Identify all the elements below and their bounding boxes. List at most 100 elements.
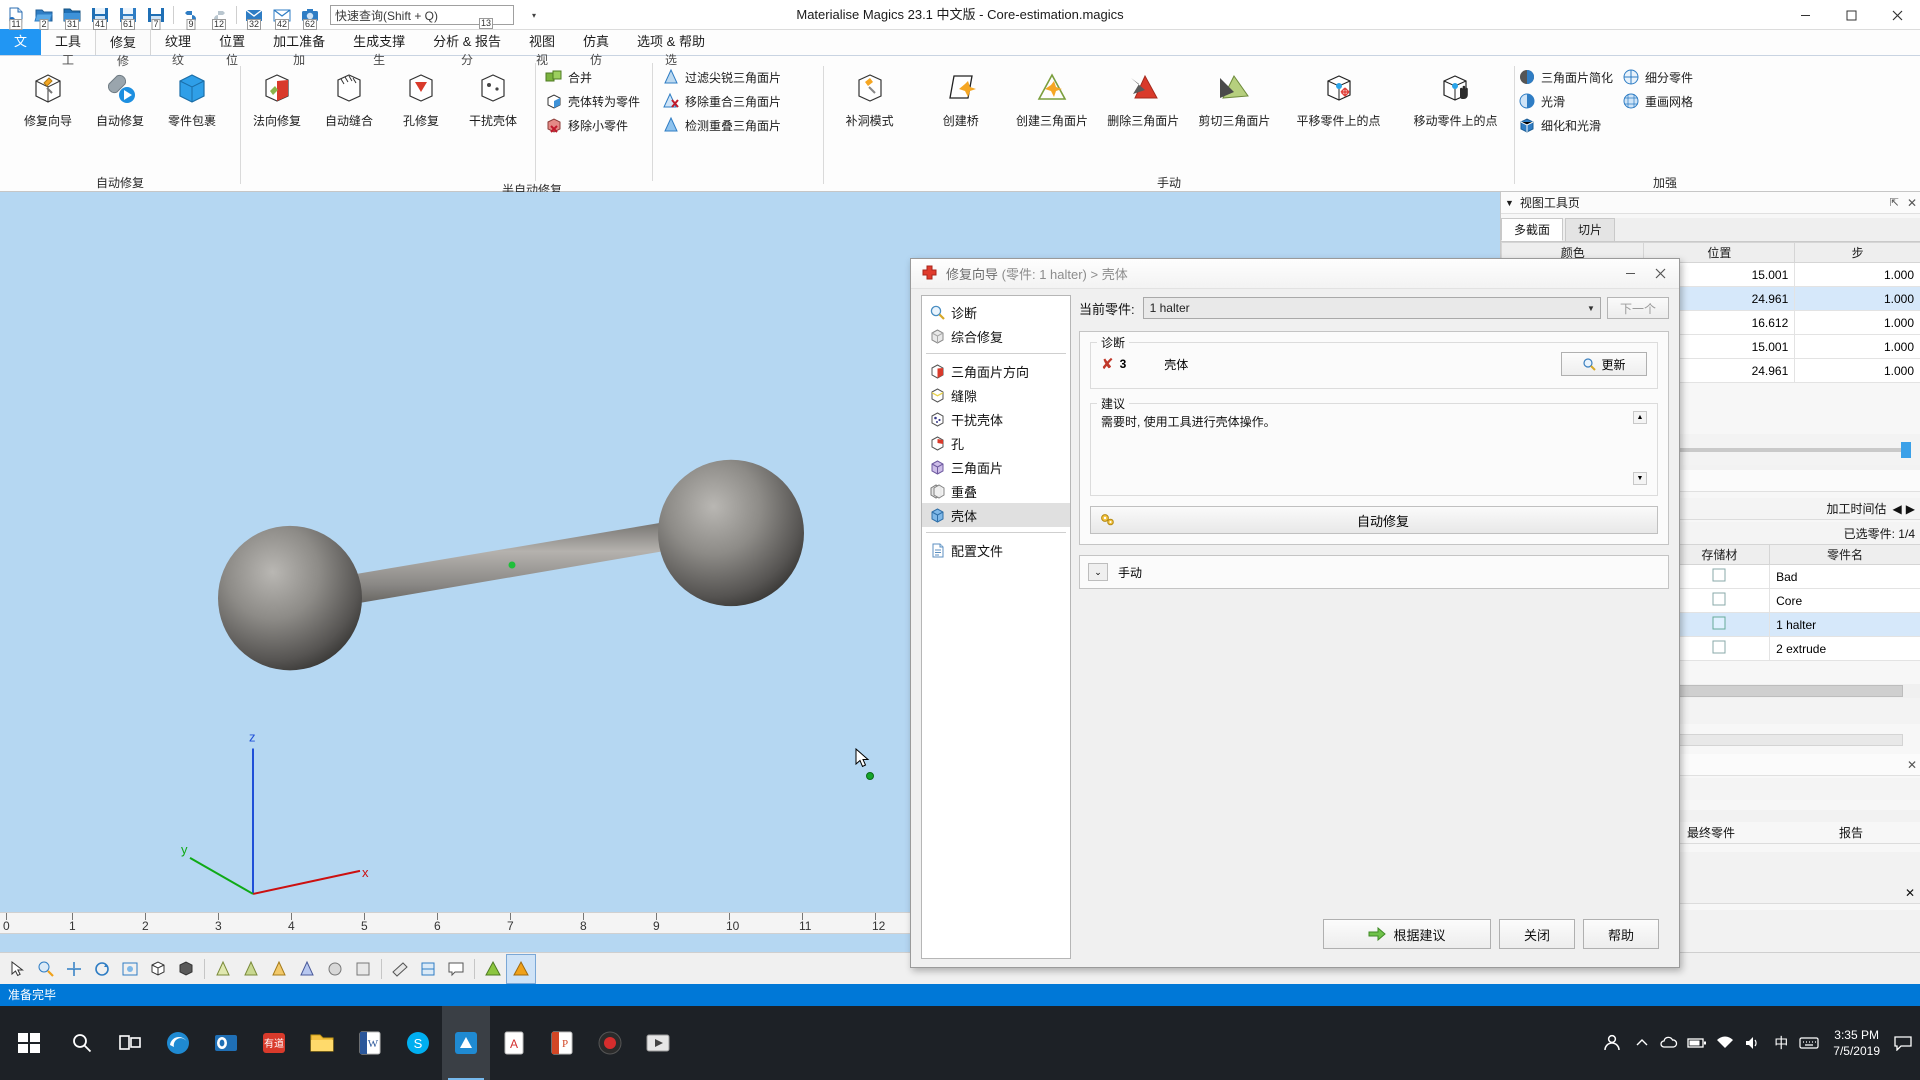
tab-options-help[interactable]: 选项 & 帮助 选 bbox=[623, 29, 719, 67]
close-icon[interactable]: ✕ bbox=[1907, 196, 1917, 210]
tab-multi-section[interactable]: 多截面 bbox=[1501, 218, 1564, 241]
support-tool-3-icon[interactable] bbox=[265, 955, 293, 983]
close-button[interactable] bbox=[1874, 0, 1920, 30]
support-tool-5-icon[interactable] bbox=[321, 955, 349, 983]
record-icon[interactable] bbox=[586, 1006, 634, 1080]
scroll-up-icon[interactable]: ▲ bbox=[1633, 411, 1647, 424]
screenshot-icon[interactable]: 62 bbox=[297, 1, 323, 30]
active-tool-icon[interactable] bbox=[506, 953, 536, 984]
close-icon[interactable]: ✕ bbox=[1907, 758, 1917, 772]
measure-icon[interactable] bbox=[386, 955, 414, 983]
network-icon[interactable] bbox=[1711, 1006, 1739, 1080]
keyboard-icon[interactable] bbox=[1795, 1006, 1823, 1080]
auto-repair-button[interactable]: 自动修复 bbox=[84, 63, 156, 128]
chevron-right-icon[interactable]: ▶ bbox=[1906, 502, 1915, 516]
simplify-triangles-button[interactable]: 三角面片简化 bbox=[1515, 65, 1619, 89]
annotation-icon[interactable] bbox=[442, 955, 470, 983]
help-button[interactable]: 帮助 bbox=[1583, 919, 1659, 949]
shell-to-part-button[interactable]: 壳体转为零件 bbox=[542, 89, 646, 113]
maximize-button[interactable] bbox=[1828, 0, 1874, 30]
zoom-icon[interactable] bbox=[32, 955, 60, 983]
pin-icon[interactable]: ⇱ bbox=[1890, 196, 1899, 209]
support-tool-4-icon[interactable] bbox=[293, 955, 321, 983]
ime-indicator[interactable]: 中 bbox=[1767, 1006, 1795, 1080]
onedrive-icon[interactable] bbox=[1655, 1006, 1683, 1080]
tab-texture[interactable]: 纹理 纹 bbox=[151, 29, 205, 67]
green-tri-tool-icon[interactable] bbox=[479, 955, 507, 983]
search-icon[interactable] bbox=[58, 1006, 106, 1080]
pointer-icon[interactable] bbox=[4, 955, 32, 983]
chevron-left-icon[interactable]: ◀ bbox=[1893, 502, 1902, 516]
sidebar-item-profile-file[interactable]: 配置文件 bbox=[922, 538, 1070, 562]
merge-button[interactable]: 合并 bbox=[542, 65, 646, 89]
dialog-minimize-button[interactable] bbox=[1615, 261, 1645, 287]
close-icon[interactable]: ✕ bbox=[1905, 886, 1915, 900]
sidebar-item-gap[interactable]: 缝隙 bbox=[922, 383, 1070, 407]
minimize-button[interactable] bbox=[1782, 0, 1828, 30]
new-icon[interactable]: 11 bbox=[3, 1, 29, 30]
save-icon[interactable]: 41 bbox=[87, 1, 113, 30]
tab-build-prep[interactable]: 加工准备 加 bbox=[259, 29, 339, 67]
tab-supports[interactable]: 生成支撑 生 bbox=[339, 29, 419, 67]
delete-triangle-button[interactable]: 删除三角面片 bbox=[1098, 63, 1189, 128]
tab-position[interactable]: 位置 位 bbox=[205, 29, 259, 67]
rotate-icon[interactable] bbox=[88, 955, 116, 983]
acrobat-icon[interactable]: A bbox=[490, 1006, 538, 1080]
auto-stitch-button[interactable]: 自动缝合 bbox=[313, 63, 385, 128]
scroll-down-icon[interactable]: ▼ bbox=[1633, 472, 1647, 485]
tab-repair[interactable]: 修复 修 bbox=[95, 29, 152, 68]
sidebar-item-triangle[interactable]: 三角面片 bbox=[922, 455, 1070, 479]
tab-analyze-report[interactable]: 分析 & 报告 分 bbox=[419, 29, 515, 67]
sidebar-item-diagnostics[interactable]: 诊断 bbox=[922, 300, 1070, 324]
refine-smooth-button[interactable]: 细化和光滑 bbox=[1515, 113, 1619, 137]
dialog-close-button[interactable] bbox=[1645, 261, 1675, 287]
tab-file[interactable]: 文 bbox=[0, 29, 42, 55]
tab-view[interactable]: 视图 视 bbox=[515, 29, 569, 67]
media-icon[interactable] bbox=[634, 1006, 682, 1080]
subdivide-part-button[interactable]: 细分零件 bbox=[1619, 65, 1699, 89]
magics-icon[interactable] bbox=[442, 1006, 490, 1080]
detect-overlapping-triangles-button[interactable]: 检测重叠三角面片 bbox=[659, 113, 787, 137]
view-cube-icon[interactable] bbox=[144, 955, 172, 983]
slider-knob[interactable] bbox=[1901, 441, 1911, 458]
section-icon[interactable] bbox=[414, 955, 442, 983]
chevron-double-down-icon[interactable]: ⌄ bbox=[1088, 563, 1108, 581]
support-tool-6-icon[interactable] bbox=[349, 955, 377, 983]
edge-browser-icon[interactable] bbox=[154, 1006, 202, 1080]
clock[interactable]: 3:35 PM 7/5/2019 bbox=[1823, 1027, 1890, 1059]
skype-icon[interactable]: S bbox=[394, 1006, 442, 1080]
advice-scroll-spinner[interactable]: ▲ ▼ bbox=[1633, 411, 1647, 485]
tab-report[interactable]: 报告 bbox=[1839, 824, 1863, 841]
undo-icon[interactable]: 9 bbox=[178, 1, 204, 30]
import-part-icon[interactable]: 7 bbox=[143, 1, 169, 30]
youdao-icon[interactable]: 有道 bbox=[250, 1006, 298, 1080]
pan-icon[interactable] bbox=[60, 955, 88, 983]
part-wrap-button[interactable]: 零件包裹 bbox=[156, 63, 228, 128]
remesh-button[interactable]: 重画网格 bbox=[1619, 89, 1699, 113]
fit-icon[interactable] bbox=[116, 955, 144, 983]
noise-shell-button[interactable]: 干扰壳体 bbox=[457, 63, 529, 128]
word-icon[interactable]: W bbox=[346, 1006, 394, 1080]
mail-icon[interactable]: 32 bbox=[241, 1, 267, 30]
normal-repair-button[interactable]: 法向修复 bbox=[241, 63, 313, 128]
fill-hole-mode-button[interactable]: 补洞模式 bbox=[824, 63, 915, 128]
sidebar-item-overlap[interactable]: 重叠 bbox=[922, 479, 1070, 503]
tab-final-part[interactable]: 最终零件 bbox=[1687, 824, 1735, 841]
remove-overlapping-triangles-button[interactable]: 移除重合三角面片 bbox=[659, 89, 787, 113]
people-icon[interactable] bbox=[1595, 1006, 1629, 1080]
smooth-button[interactable]: 光滑 bbox=[1515, 89, 1619, 113]
powerpoint-icon[interactable]: P bbox=[538, 1006, 586, 1080]
support-tool-1-icon[interactable] bbox=[209, 955, 237, 983]
action-center-icon[interactable] bbox=[1890, 1006, 1916, 1080]
tab-simulation[interactable]: 仿真 仿 bbox=[569, 29, 623, 67]
repair-wizard-button[interactable]: 修复向导 bbox=[12, 63, 84, 128]
chevron-up-icon[interactable] bbox=[1629, 1006, 1655, 1080]
chevron-down-icon[interactable]: ▼ bbox=[1505, 198, 1514, 208]
auto-fix-button[interactable]: 自动修复 bbox=[1090, 506, 1658, 534]
move-point-button[interactable]: 移动零件上的点 bbox=[1397, 63, 1514, 128]
open-icon[interactable]: 2 bbox=[31, 1, 57, 30]
apply-advice-button[interactable]: 根据建议 bbox=[1323, 919, 1491, 949]
support-tool-2-icon[interactable] bbox=[237, 955, 265, 983]
outlook-icon[interactable] bbox=[202, 1006, 250, 1080]
next-button[interactable]: 下一个 bbox=[1607, 297, 1669, 319]
